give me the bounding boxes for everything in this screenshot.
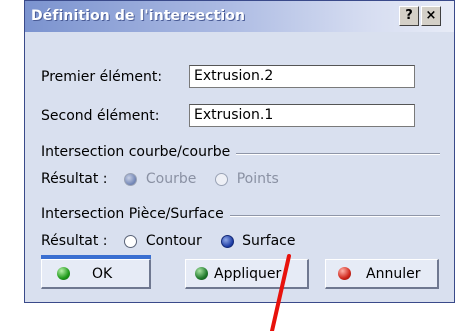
points-radio-icon[interactable]: [215, 172, 229, 186]
curve-radio-icon[interactable]: [124, 172, 138, 186]
second-element-field[interactable]: Extrusion.1: [189, 104, 415, 127]
apply-button-label: Appliquer: [214, 266, 282, 282]
ok-button-label: OK: [92, 266, 113, 282]
apply-status-icon: [195, 267, 208, 280]
intersection-dialog: Définition de l'intersection ? × Premier…: [24, 0, 455, 303]
curve-intersection-title: Intersection courbe/courbe: [41, 144, 237, 160]
contour-option-label: Contour: [145, 233, 202, 249]
apply-button[interactable]: Appliquer: [185, 259, 309, 289]
curve-option-label: Courbe: [145, 171, 197, 187]
curve-intersection-group: Intersection courbe/courbe: [41, 144, 440, 162]
close-button[interactable]: ×: [421, 6, 441, 26]
curve-result-label: Résultat :: [41, 171, 108, 187]
second-element-label: Second élément:: [41, 108, 160, 124]
red-status-icon: [338, 267, 351, 280]
part-surface-group: Intersection Pièce/Surface: [41, 206, 440, 224]
points-option-label: Points: [236, 171, 279, 187]
help-button[interactable]: ?: [399, 6, 419, 26]
surface-option-label: Surface: [242, 233, 296, 249]
first-element-field[interactable]: Extrusion.2: [189, 65, 415, 88]
cancel-button[interactable]: Annuler: [325, 259, 439, 289]
part-result-label: Résultat :: [41, 233, 108, 249]
dialog-title: Définition de l'intersection: [31, 8, 246, 24]
title-bar[interactable]: Définition de l'intersection ? ×: [25, 1, 454, 32]
surface-radio-icon[interactable]: [220, 234, 234, 248]
part-surface-title: Intersection Pièce/Surface: [41, 206, 230, 222]
green-status-icon: [57, 267, 70, 280]
first-element-label: Premier élément:: [41, 69, 163, 85]
cancel-button-label: Annuler: [366, 266, 421, 282]
contour-radio-icon[interactable]: [124, 234, 138, 248]
part-result-row: Résultat : Contour Surface: [41, 233, 295, 253]
ok-button[interactable]: OK: [41, 259, 151, 289]
curve-result-row: Résultat : Courbe Points: [41, 171, 279, 191]
